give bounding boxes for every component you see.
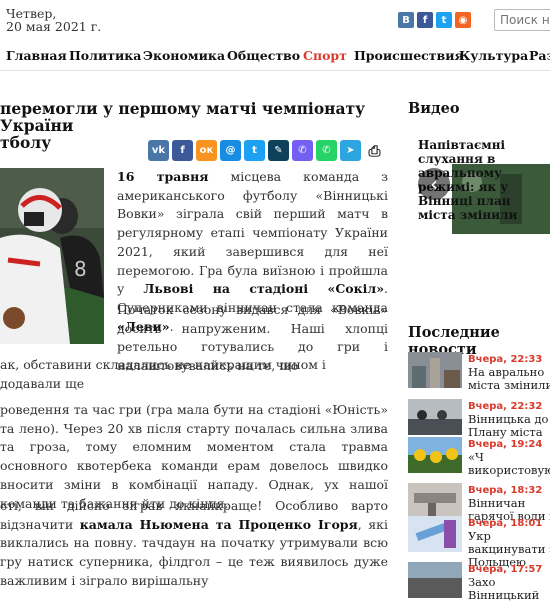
viber-share-icon[interactable]: ✆ bbox=[292, 140, 313, 161]
article-title-line-1: перемогли у першому матчі чемпіонату Укр… bbox=[0, 99, 366, 135]
article-title-line-2: тболу bbox=[0, 133, 52, 152]
news-headline: Захо Вінницький bbox=[468, 575, 540, 602]
facebook-share-icon[interactable]: f bbox=[172, 140, 193, 161]
current-date: Четвер, 20 мая 2021 г. bbox=[6, 7, 101, 33]
rss-icon[interactable]: ◉ bbox=[455, 12, 471, 28]
mymail-share-icon[interactable]: @ bbox=[220, 140, 241, 161]
vk-share-icon[interactable]: vk bbox=[148, 140, 169, 161]
article-photo: 8 bbox=[0, 168, 104, 344]
news-text: Вчера, 17:57 Захо Вінницький bbox=[468, 562, 550, 602]
news-item[interactable]: Вчера, 19:24 «Ч використовую bbox=[408, 437, 550, 477]
print-icon[interactable]: ⎙ bbox=[364, 140, 385, 161]
livejournal-share-icon[interactable]: ✎ bbox=[268, 140, 289, 161]
article-paragraph-2-cont: ак, обставини складались не найкращим чи… bbox=[0, 357, 326, 391]
telegram-share-icon[interactable]: ➤ bbox=[340, 140, 361, 161]
article-text: місцева команда з американського футболу… bbox=[117, 169, 388, 297]
nav-item-culture[interactable]: Культура bbox=[459, 48, 528, 63]
article-lead-date: 16 травня bbox=[117, 169, 209, 184]
nav-item-society[interactable]: Общество bbox=[227, 48, 300, 63]
svg-text:8: 8 bbox=[74, 257, 87, 281]
twitter-share-icon[interactable]: t bbox=[244, 140, 265, 161]
pipe-thumb bbox=[408, 483, 462, 519]
news-time: Вчера, 17:57 bbox=[468, 564, 543, 575]
date-day: 20 мая 2021 г. bbox=[6, 19, 102, 34]
article-paragraph-4: сті, він дійсно зіграв якнайкраще! Особл… bbox=[0, 497, 388, 591]
news-time: Вчера, 18:01 bbox=[468, 518, 543, 529]
nav-item-sport[interactable]: Спорт bbox=[303, 48, 347, 63]
vk-icon[interactable]: В bbox=[398, 12, 414, 28]
search-input[interactable] bbox=[494, 9, 550, 31]
city-thumb bbox=[408, 352, 462, 388]
nav-item-economy[interactable]: Экономика bbox=[143, 48, 225, 63]
chevron-left-icon[interactable]: ‹ bbox=[418, 168, 450, 200]
twitter-icon[interactable]: t bbox=[436, 12, 452, 28]
news-time: Вчера, 19:24 bbox=[468, 439, 543, 450]
news-item[interactable]: Вчера, 22:33 На аврально міста змінили bbox=[408, 352, 550, 392]
vaccine-thumb bbox=[408, 516, 462, 552]
nav-item-incidents[interactable]: Происшествия bbox=[354, 48, 464, 63]
news-text: Вчера, 22:33 На аврально міста змінили bbox=[468, 352, 550, 392]
nav-item-home[interactable]: Главная bbox=[6, 48, 67, 63]
social-links: В f t ◉ bbox=[398, 12, 471, 28]
news-item[interactable]: Вчера, 22:32 Вінницька до Плану міста bbox=[408, 399, 550, 439]
news-time: Вчера, 18:32 bbox=[468, 485, 543, 496]
news-headline: Вінницька до Плану міста bbox=[468, 412, 549, 439]
article-players: камала Ньюмена та Проценко Ігоря bbox=[79, 516, 358, 532]
news-item[interactable]: Вчера, 18:01 Укр вакцинувати з Польщею bbox=[408, 516, 550, 569]
meeting-thumb bbox=[408, 399, 462, 435]
main-nav: Главная Политика Экономика Общество Спор… bbox=[0, 42, 550, 71]
sunflower-thumb bbox=[408, 437, 462, 473]
news-text: Вчера, 22:32 Вінницька до Плану міста bbox=[468, 399, 550, 439]
top-bar: Четвер, 20 мая 2021 г. В f t ◉ bbox=[0, 0, 550, 42]
news-time: Вчера, 22:32 bbox=[468, 401, 543, 412]
nav-item-politics[interactable]: Политика bbox=[69, 48, 141, 63]
article-location: Львові на стадіоні «Сокіл» bbox=[143, 281, 385, 297]
whatsapp-share-icon[interactable]: ✆ bbox=[316, 140, 337, 161]
odnoklassniki-share-icon[interactable]: ок bbox=[196, 140, 217, 161]
road-thumb bbox=[408, 562, 462, 598]
video-heading: Видео bbox=[408, 100, 460, 117]
nav-item-misc[interactable]: Разн bbox=[529, 48, 550, 63]
news-headline: «Ч використовую bbox=[468, 450, 550, 477]
news-text: Вчера, 19:24 «Ч використовую bbox=[468, 437, 550, 477]
news-headline: На аврально міста змінили bbox=[468, 365, 550, 392]
facebook-icon[interactable]: f bbox=[417, 12, 433, 28]
news-item[interactable]: Вчера, 17:57 Захо Вінницький bbox=[408, 562, 550, 602]
share-bar: vk f ок @ t ✎ ✆ ✆ ➤ ⎙ bbox=[148, 140, 385, 161]
news-time: Вчера, 22:33 bbox=[468, 354, 543, 365]
